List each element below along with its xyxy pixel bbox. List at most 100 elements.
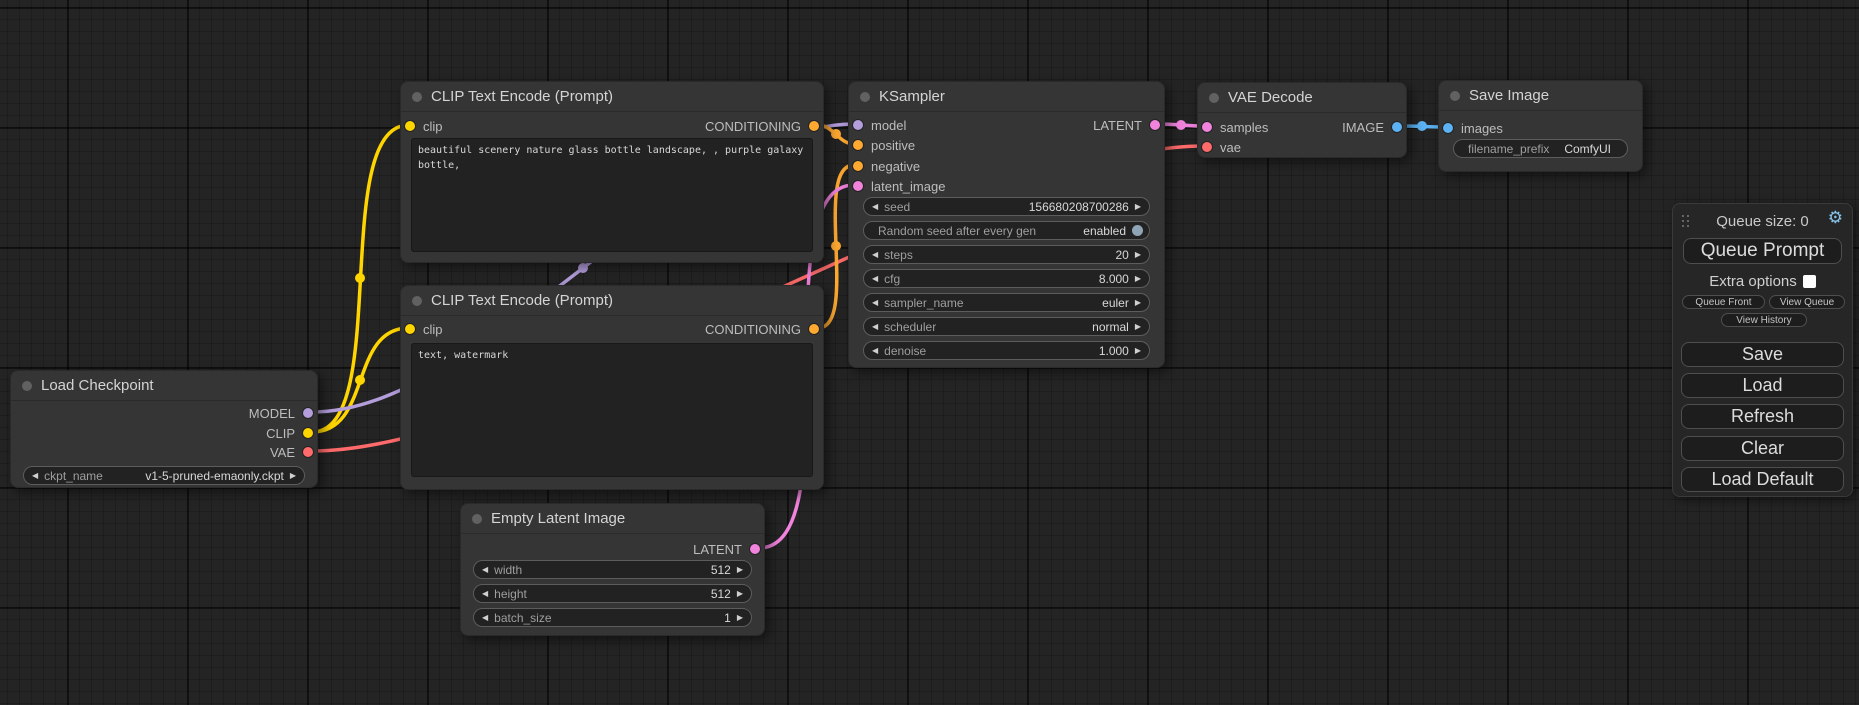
widget-label: sampler_name bbox=[884, 296, 963, 310]
widget-scheduler[interactable]: ◀ scheduler normal ▶ bbox=[863, 317, 1150, 336]
arrow-right-icon[interactable]: ▶ bbox=[290, 472, 296, 480]
output-label: CONDITIONING bbox=[705, 322, 801, 337]
widget-value: 1.000 bbox=[1099, 344, 1129, 358]
arrow-right-icon[interactable]: ▶ bbox=[1135, 347, 1141, 355]
clip-input-dot[interactable] bbox=[405, 121, 415, 131]
collapse-dot-icon[interactable] bbox=[1209, 93, 1219, 103]
arrow-left-icon[interactable]: ◀ bbox=[872, 299, 878, 307]
arrow-right-icon[interactable]: ▶ bbox=[737, 590, 743, 598]
node-title: CLIP Text Encode (Prompt) bbox=[431, 88, 613, 105]
node-empty-latent-image[interactable]: Empty Latent Image LATENT ◀ width 512 ▶ … bbox=[460, 503, 765, 636]
positive-input-dot[interactable] bbox=[853, 140, 863, 150]
toggle-knob-icon[interactable] bbox=[1132, 225, 1143, 236]
widget-batch-size[interactable]: ◀ batch_size 1 ▶ bbox=[473, 608, 752, 627]
widget-seed[interactable]: ◀ seed 156680208700286 ▶ bbox=[863, 197, 1150, 216]
arrow-left-icon[interactable]: ◀ bbox=[872, 275, 878, 283]
negative-prompt-textarea[interactable]: text, watermark bbox=[411, 343, 813, 477]
node-title-bar[interactable]: VAE Decode bbox=[1198, 83, 1406, 113]
conditioning-output-dot[interactable] bbox=[809, 121, 819, 131]
output-label: LATENT bbox=[693, 542, 742, 557]
widget-width[interactable]: ◀ width 512 ▶ bbox=[473, 560, 752, 579]
vae-output-dot[interactable] bbox=[303, 447, 313, 457]
arrow-right-icon[interactable]: ▶ bbox=[1135, 299, 1141, 307]
collapse-dot-icon[interactable] bbox=[412, 296, 422, 306]
widget-cfg[interactable]: ◀ cfg 8.000 ▶ bbox=[863, 269, 1150, 288]
widget-value: 512 bbox=[711, 563, 731, 577]
arrow-left-icon[interactable]: ◀ bbox=[482, 614, 488, 622]
view-queue-button[interactable]: View Queue bbox=[1769, 295, 1845, 309]
node-load-checkpoint[interactable]: Load Checkpoint MODEL CLIP VAE ◀ ckpt_na… bbox=[10, 370, 318, 488]
arrow-right-icon[interactable]: ▶ bbox=[1135, 275, 1141, 283]
widget-height[interactable]: ◀ height 512 ▶ bbox=[473, 584, 752, 603]
arrow-right-icon[interactable]: ▶ bbox=[737, 566, 743, 574]
collapse-dot-icon[interactable] bbox=[22, 381, 32, 391]
positive-prompt-textarea[interactable]: beautiful scenery nature glass bottle la… bbox=[411, 138, 813, 252]
conditioning-output-dot[interactable] bbox=[809, 324, 819, 334]
view-history-button[interactable]: View History bbox=[1721, 313, 1807, 327]
input-slot-negative: negative bbox=[849, 156, 1164, 176]
collapse-dot-icon[interactable] bbox=[412, 92, 422, 102]
widget-filename-prefix[interactable]: filename_prefix ComfyUI bbox=[1453, 139, 1628, 158]
node-clip-text-encode-positive[interactable]: CLIP Text Encode (Prompt) clip CONDITION… bbox=[400, 81, 824, 263]
widget-label: steps bbox=[884, 248, 913, 262]
save-button[interactable]: Save bbox=[1681, 342, 1844, 367]
node-title-bar[interactable]: KSampler bbox=[849, 82, 1164, 112]
arrow-right-icon[interactable]: ▶ bbox=[1135, 323, 1141, 331]
widget-value: ComfyUI bbox=[1564, 142, 1611, 156]
widget-value: 156680208700286 bbox=[1029, 200, 1129, 214]
latent-output-dot[interactable] bbox=[750, 544, 760, 554]
link-midpoint-dot bbox=[355, 273, 365, 283]
model-output-dot[interactable] bbox=[303, 408, 313, 418]
arrow-left-icon[interactable]: ◀ bbox=[872, 251, 878, 259]
arrow-left-icon[interactable]: ◀ bbox=[872, 323, 878, 331]
arrow-left-icon[interactable]: ◀ bbox=[32, 472, 38, 480]
model-input-dot[interactable] bbox=[853, 120, 863, 130]
widget-value: enabled bbox=[1083, 224, 1126, 238]
settings-gear-icon[interactable]: ⚙ bbox=[1828, 209, 1843, 226]
arrow-left-icon[interactable]: ◀ bbox=[482, 590, 488, 598]
latent-output-dot[interactable] bbox=[1150, 120, 1160, 130]
widget-value: 512 bbox=[711, 587, 731, 601]
load-default-button[interactable]: Load Default bbox=[1681, 467, 1844, 492]
load-button[interactable]: Load bbox=[1681, 373, 1844, 398]
widget-random-seed-toggle[interactable]: Random seed after every gen enabled bbox=[863, 221, 1150, 240]
queue-front-button[interactable]: Queue Front bbox=[1682, 295, 1765, 309]
collapse-dot-icon[interactable] bbox=[860, 92, 870, 102]
node-save-image[interactable]: Save Image images filename_prefix ComfyU… bbox=[1438, 80, 1643, 172]
samples-input-dot[interactable] bbox=[1202, 122, 1212, 132]
arrow-left-icon[interactable]: ◀ bbox=[482, 566, 488, 574]
extra-options-checkbox[interactable] bbox=[1803, 275, 1816, 288]
clip-output-dot[interactable] bbox=[303, 428, 313, 438]
output-label: VAE bbox=[270, 445, 295, 460]
arrow-right-icon[interactable]: ▶ bbox=[1135, 203, 1141, 211]
images-input-dot[interactable] bbox=[1443, 123, 1453, 133]
widget-sampler-name[interactable]: ◀ sampler_name euler ▶ bbox=[863, 293, 1150, 312]
negative-input-dot[interactable] bbox=[853, 161, 863, 171]
image-output-dot[interactable] bbox=[1392, 122, 1402, 132]
refresh-button[interactable]: Refresh bbox=[1681, 404, 1844, 429]
node-title-bar[interactable]: CLIP Text Encode (Prompt) bbox=[401, 82, 823, 112]
widget-denoise[interactable]: ◀ denoise 1.000 ▶ bbox=[863, 341, 1150, 360]
queue-prompt-button[interactable]: Queue Prompt bbox=[1683, 238, 1842, 264]
node-clip-text-encode-negative[interactable]: CLIP Text Encode (Prompt) clip CONDITION… bbox=[400, 285, 824, 490]
collapse-dot-icon[interactable] bbox=[1450, 91, 1460, 101]
node-title-bar[interactable]: Empty Latent Image bbox=[461, 504, 764, 534]
arrow-right-icon[interactable]: ▶ bbox=[737, 614, 743, 622]
clear-button[interactable]: Clear bbox=[1681, 436, 1844, 461]
arrow-left-icon[interactable]: ◀ bbox=[872, 203, 878, 211]
latent-image-input-dot[interactable] bbox=[853, 181, 863, 191]
node-title-bar[interactable]: Save Image bbox=[1439, 81, 1642, 111]
arrow-left-icon[interactable]: ◀ bbox=[872, 347, 878, 355]
vae-input-dot[interactable] bbox=[1202, 142, 1212, 152]
widget-ckpt-name[interactable]: ◀ ckpt_name v1-5-pruned-emaonly.ckpt ▶ bbox=[23, 466, 305, 485]
node-title: KSampler bbox=[879, 88, 945, 105]
widget-label: Random seed after every gen bbox=[878, 224, 1036, 238]
node-vae-decode[interactable]: VAE Decode samples IMAGE vae bbox=[1197, 82, 1407, 158]
clip-input-dot[interactable] bbox=[405, 324, 415, 334]
node-title-bar[interactable]: CLIP Text Encode (Prompt) bbox=[401, 286, 823, 316]
widget-steps[interactable]: ◀ steps 20 ▶ bbox=[863, 245, 1150, 264]
node-title-bar[interactable]: Load Checkpoint bbox=[11, 371, 317, 401]
node-ksampler[interactable]: KSampler model LATENT positive negative … bbox=[848, 81, 1165, 368]
arrow-right-icon[interactable]: ▶ bbox=[1135, 251, 1141, 259]
collapse-dot-icon[interactable] bbox=[472, 514, 482, 524]
